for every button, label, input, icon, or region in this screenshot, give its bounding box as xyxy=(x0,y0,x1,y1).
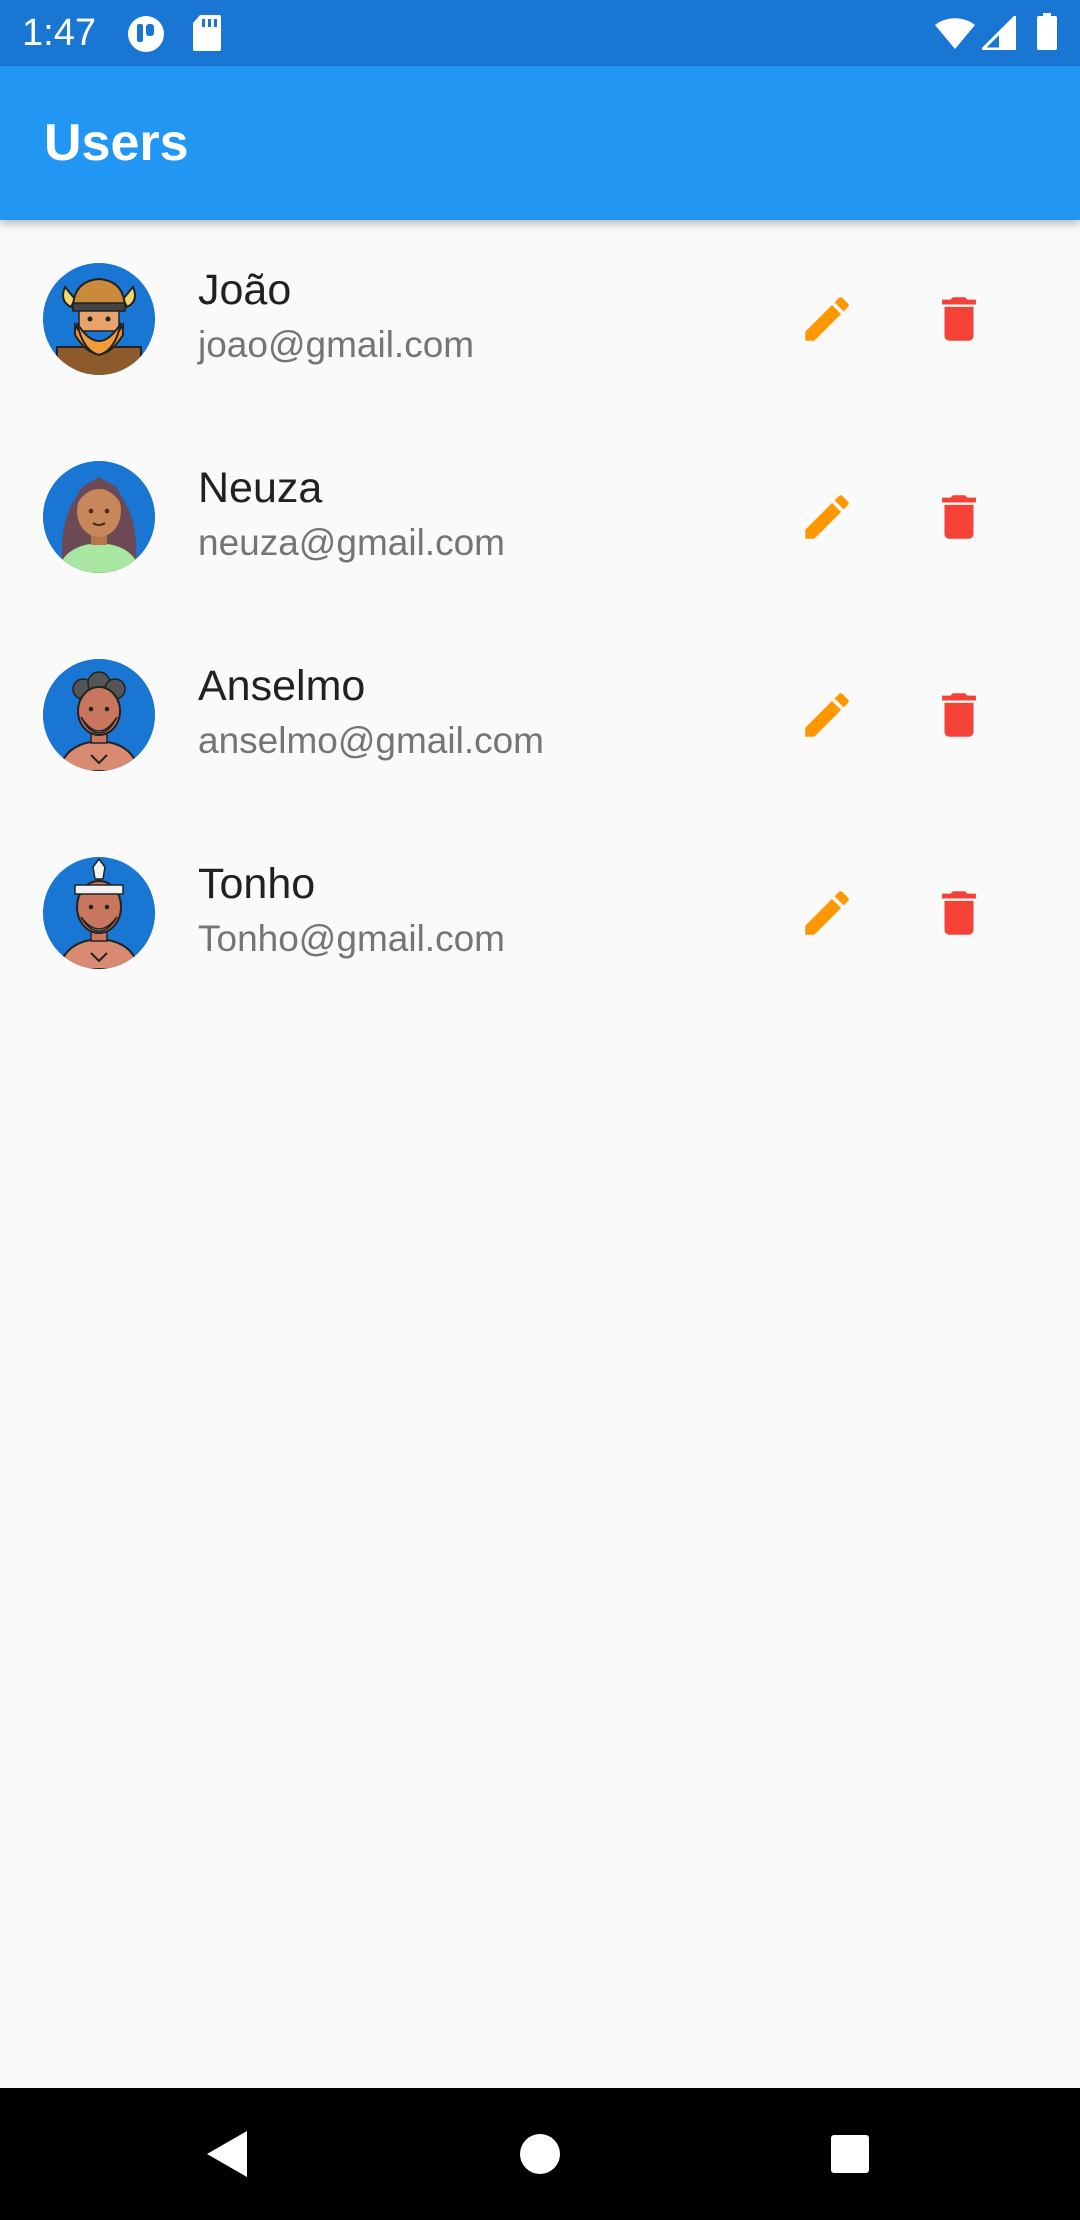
user-name: João xyxy=(198,266,292,314)
status-bar: 1:47 xyxy=(0,0,1080,66)
trash-icon xyxy=(942,891,976,935)
list-item[interactable]: Tonho Tonho@gmail.com xyxy=(0,814,1080,1012)
edit-button[interactable] xyxy=(791,877,863,949)
sd-card-icon xyxy=(192,14,222,57)
user-name: Tonho xyxy=(198,860,316,908)
list-item[interactable]: João joao@gmail.com xyxy=(0,220,1080,418)
user-name: Anselmo xyxy=(198,662,366,710)
home-icon xyxy=(520,2134,560,2174)
edit-button[interactable] xyxy=(791,679,863,751)
cell-signal-icon xyxy=(979,13,1017,55)
list-item[interactable]: Anselmo anselmo@gmail.com xyxy=(0,616,1080,814)
notification-app-icon xyxy=(126,14,166,59)
user-email: anselmo@gmail.com xyxy=(198,720,545,761)
recents-icon xyxy=(831,2135,869,2173)
user-email: joao@gmail.com xyxy=(198,324,475,365)
old-man-avatar xyxy=(43,659,155,771)
battery-icon xyxy=(1036,13,1058,56)
system-nav-bar xyxy=(0,2088,1080,2220)
app-bar: Users xyxy=(0,66,1080,220)
edit-button[interactable] xyxy=(791,481,863,553)
screen: 1:47 Users João joao@gmail.com Neuza neu… xyxy=(0,0,1080,2220)
delete-button[interactable] xyxy=(923,283,995,355)
list-item[interactable]: Neuza neuza@gmail.com xyxy=(0,418,1080,616)
pencil-icon xyxy=(805,495,849,539)
status-time: 1:47 xyxy=(22,12,96,54)
home-button[interactable] xyxy=(506,2120,574,2188)
user-name: Neuza xyxy=(198,464,323,512)
page-title: Users xyxy=(44,114,189,172)
user-email: neuza@gmail.com xyxy=(198,522,505,563)
edit-button[interactable] xyxy=(791,283,863,355)
tribal-man-avatar xyxy=(43,857,155,969)
trash-icon xyxy=(942,693,976,737)
user-email: Tonho@gmail.com xyxy=(198,918,505,959)
back-icon xyxy=(207,2131,247,2177)
pencil-icon xyxy=(805,891,849,935)
wifi-icon xyxy=(934,16,976,55)
delete-button[interactable] xyxy=(923,481,995,553)
delete-button[interactable] xyxy=(923,877,995,949)
pencil-icon xyxy=(805,297,849,341)
trash-icon xyxy=(942,297,976,341)
pencil-icon xyxy=(805,693,849,737)
delete-button[interactable] xyxy=(923,679,995,751)
woman-avatar xyxy=(43,461,155,573)
back-button[interactable] xyxy=(193,2120,261,2188)
trash-icon xyxy=(942,495,976,539)
viking-avatar xyxy=(43,263,155,375)
user-list: João joao@gmail.com Neuza neuza@gmail.co… xyxy=(0,220,1080,1012)
recents-button[interactable] xyxy=(816,2120,884,2188)
